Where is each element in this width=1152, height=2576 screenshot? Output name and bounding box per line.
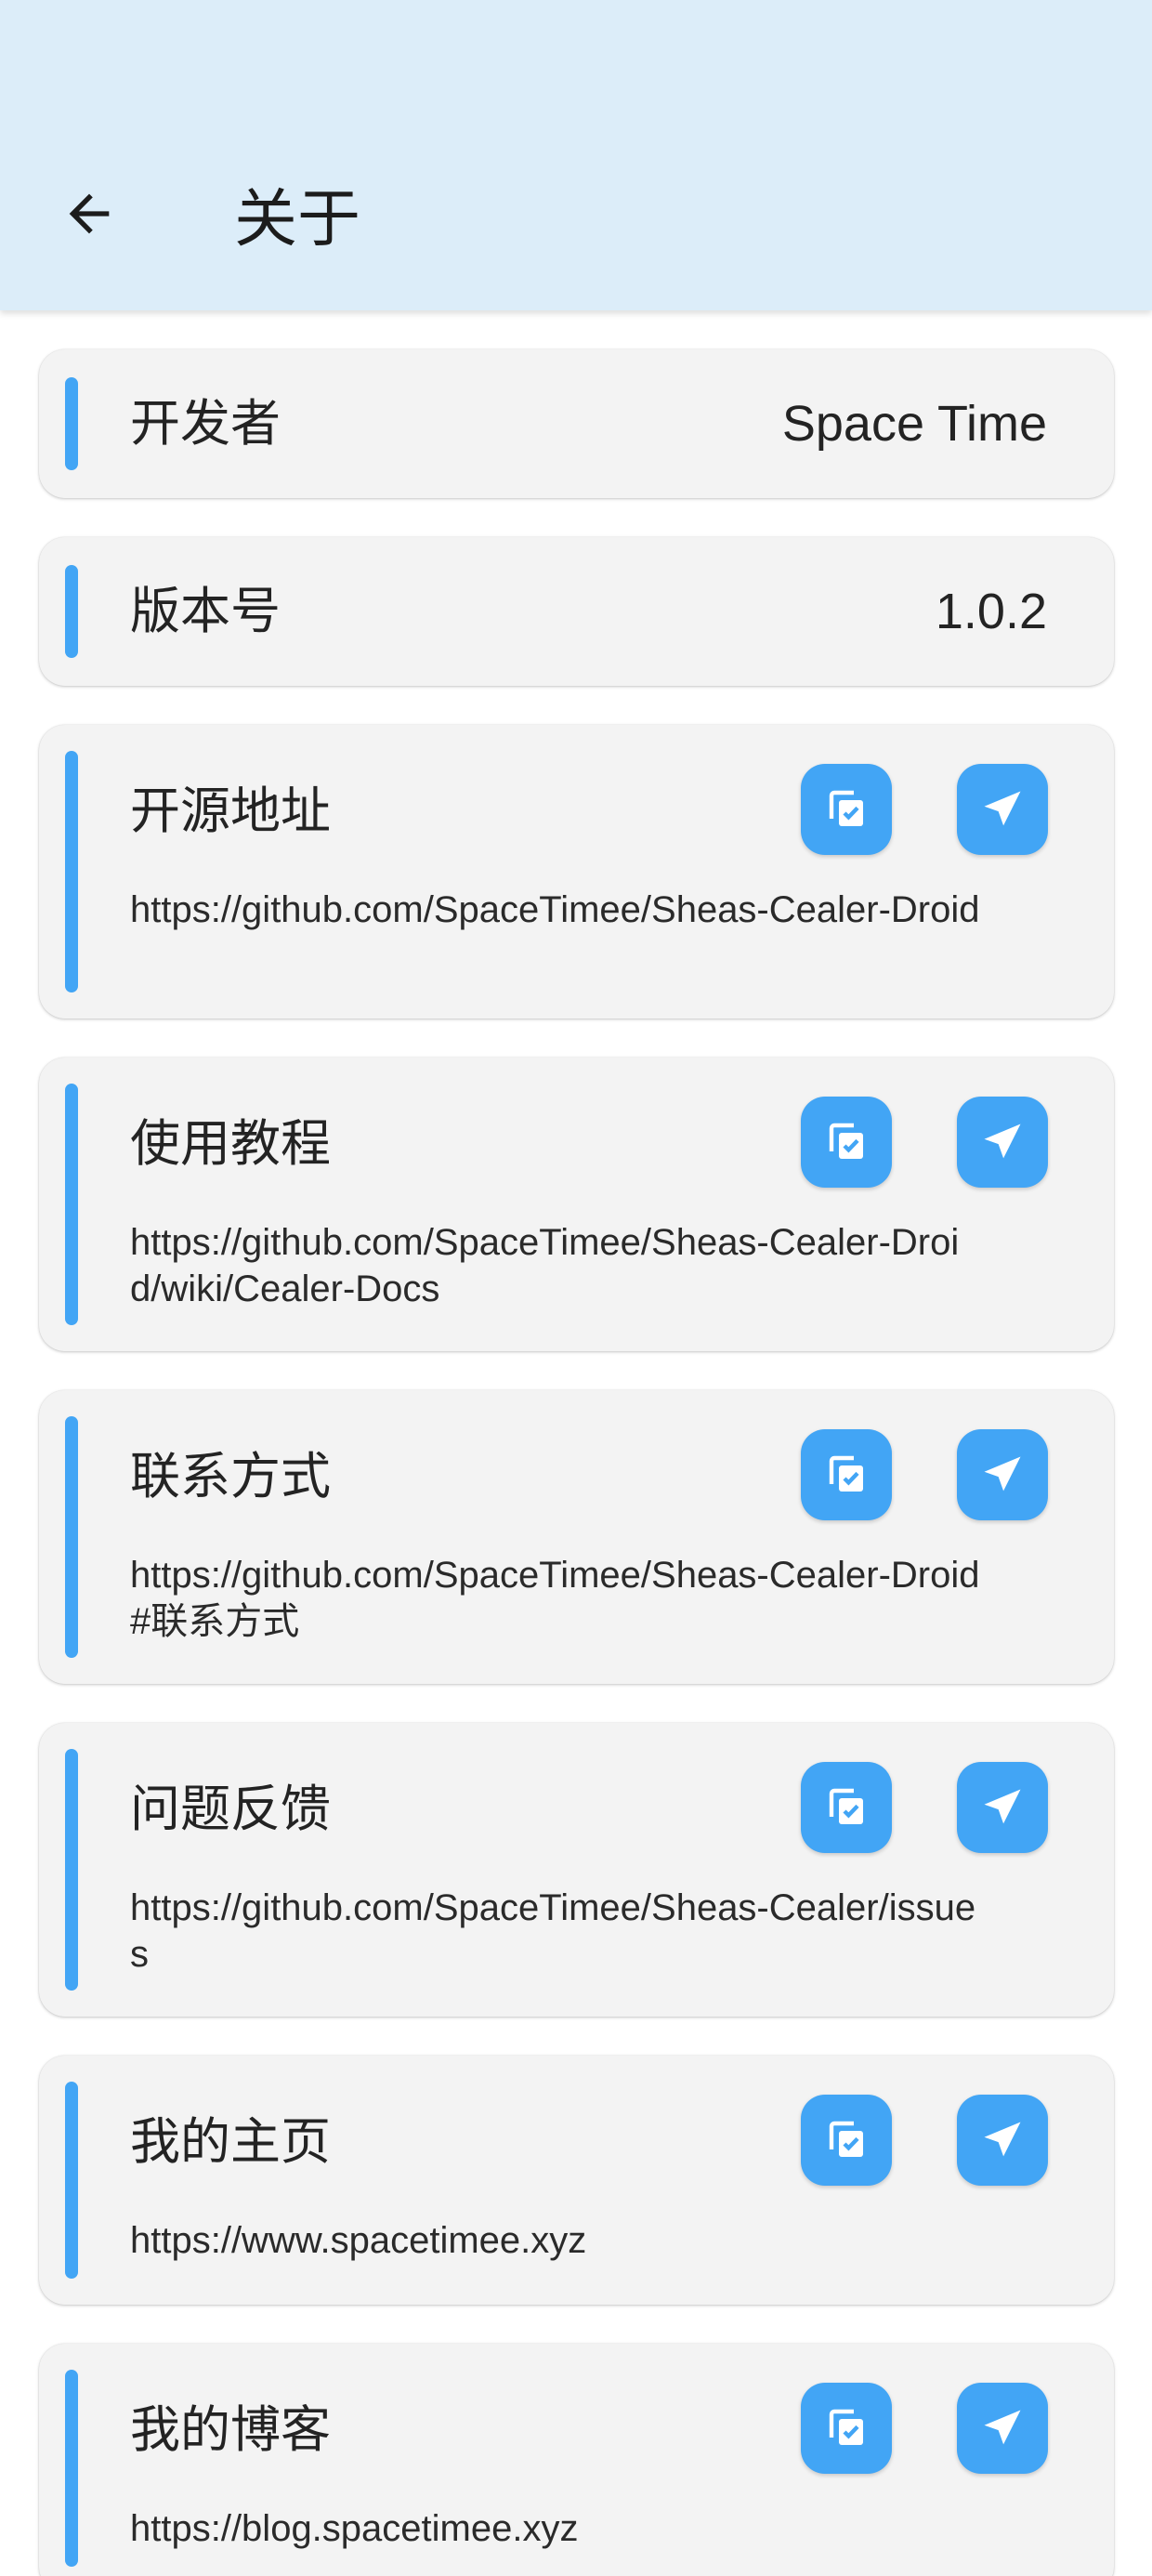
- copy-icon: [829, 1788, 863, 1824]
- card-accent-bar: [65, 2370, 78, 2567]
- open-link-button[interactable]: [957, 1097, 1048, 1188]
- link-label: 使用教程: [130, 1114, 331, 1173]
- send-icon: [984, 2122, 1021, 2157]
- card-accent-bar: [65, 1084, 78, 1325]
- card-accent-bar: [65, 565, 78, 658]
- version-value: 1.0.2: [935, 584, 1047, 639]
- open-link-button[interactable]: [957, 764, 1048, 855]
- link-label: 联系方式: [130, 1447, 331, 1505]
- open-link-button[interactable]: [957, 1429, 1048, 1520]
- send-icon: [984, 1124, 1021, 1159]
- copy-icon: [829, 1123, 863, 1159]
- link-card-feedback: 问题反馈 https://github.com/SpaceTimee/Sheas…: [39, 1723, 1114, 2017]
- copy-icon: [829, 1455, 863, 1492]
- developer-label: 开发者: [130, 394, 281, 453]
- copy-icon: [829, 2121, 863, 2157]
- open-link-button[interactable]: [957, 1762, 1048, 1853]
- copy-icon: [829, 790, 863, 826]
- link-card-contact: 联系方式 https://github.com/SpaceTimee/Sheas…: [39, 1390, 1114, 1684]
- send-icon: [984, 1456, 1021, 1492]
- link-url: https://github.com/SpaceTimee/Sheas-Ceal…: [130, 1222, 960, 1309]
- about-list: 开发者 Space Time 版本号 1.0.2 开源地址 https://gi…: [0, 310, 1152, 2576]
- developer-card: 开发者 Space Time: [39, 349, 1114, 498]
- card-accent-bar: [65, 2082, 78, 2279]
- card-accent-bar: [65, 1416, 78, 1658]
- link-card-tutorial: 使用教程 https://github.com/SpaceTimee/Sheas…: [39, 1058, 1114, 1351]
- developer-value: Space Time: [781, 396, 1047, 452]
- copy-button[interactable]: [801, 764, 892, 855]
- page-title: 关于: [234, 183, 361, 256]
- link-label: 问题反馈: [130, 1780, 331, 1838]
- link-label: 我的博客: [130, 2400, 331, 2459]
- copy-button[interactable]: [801, 2383, 892, 2474]
- card-accent-bar: [65, 377, 78, 470]
- open-link-button[interactable]: [957, 2383, 1048, 2474]
- send-icon: [984, 1789, 1021, 1824]
- app-bar: 关于: [0, 0, 1152, 310]
- copy-button[interactable]: [801, 1429, 892, 1520]
- link-card-homepage: 我的主页 https://www.spacetimee.xyz: [39, 2056, 1114, 2305]
- link-label: 开源地址: [130, 782, 331, 840]
- copy-button[interactable]: [801, 1097, 892, 1188]
- copy-button[interactable]: [801, 1762, 892, 1853]
- card-accent-bar: [65, 751, 78, 992]
- arrow-back-icon: [69, 193, 110, 234]
- link-card-blog: 我的博客 https://blog.spacetimee.xyz: [39, 2344, 1114, 2576]
- copy-button[interactable]: [801, 2095, 892, 2186]
- link-url: https://github.com/SpaceTimee/Sheas-Ceal…: [130, 1555, 980, 1642]
- link-url: https://blog.spacetimee.xyz: [130, 2508, 579, 2549]
- link-label: 我的主页: [130, 2112, 331, 2171]
- link-url: https://github.com/SpaceTimee/Sheas-Ceal…: [130, 1887, 976, 1975]
- link-card-source: 开源地址 https://github.com/SpaceTimee/Sheas…: [39, 725, 1114, 1019]
- open-link-button[interactable]: [957, 2095, 1048, 2186]
- send-icon: [984, 791, 1021, 826]
- version-label: 版本号: [130, 582, 281, 640]
- card-accent-bar: [65, 1749, 78, 1991]
- link-url: https://github.com/SpaceTimee/Sheas-Ceal…: [130, 889, 980, 930]
- send-icon: [984, 2410, 1021, 2445]
- version-card: 版本号 1.0.2: [39, 537, 1114, 686]
- copy-icon: [829, 2409, 863, 2445]
- link-url: https://www.spacetimee.xyz: [130, 2220, 587, 2261]
- back-button[interactable]: [45, 169, 134, 258]
